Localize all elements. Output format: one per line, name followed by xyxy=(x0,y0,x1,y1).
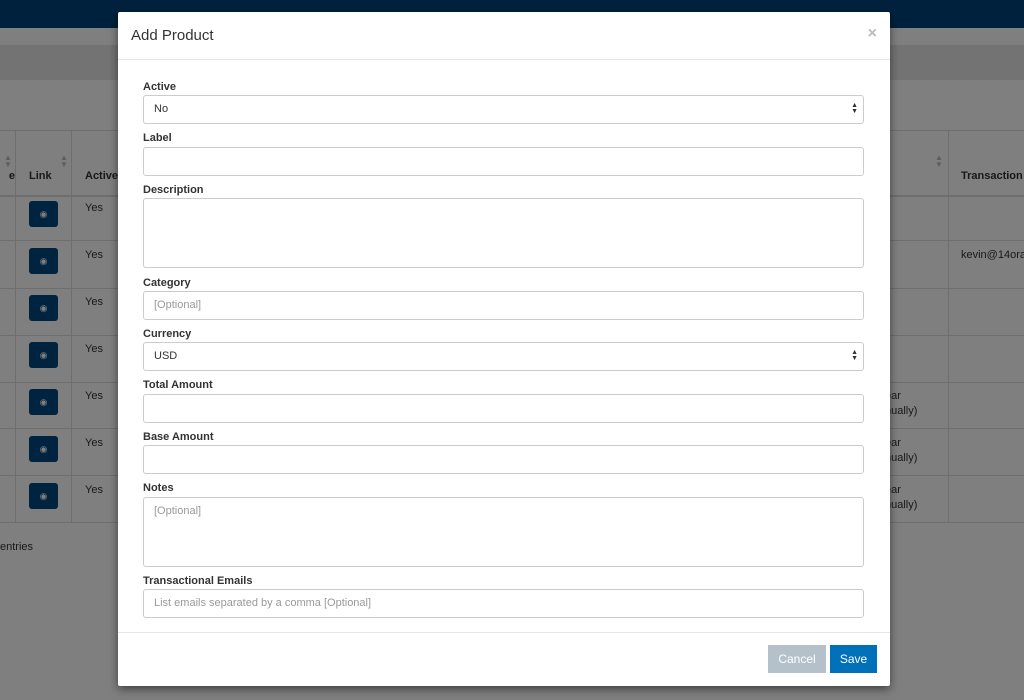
select-arrows-icon: ▲ ▼ xyxy=(851,102,858,115)
base-amount-label: Base Amount xyxy=(143,431,214,443)
add-product-modal: Add Product × Active No ▲ ▼ Label Descript… xyxy=(118,12,890,686)
category-label: Category xyxy=(143,277,191,289)
currency-value: USD xyxy=(154,350,178,362)
currency-select[interactable]: USD ▲ ▼ xyxy=(143,342,864,371)
notes-textarea[interactable]: [Optional] xyxy=(143,497,864,567)
transactional-emails-label: Transactional Emails xyxy=(143,575,253,587)
active-label: Active xyxy=(143,81,177,93)
notes-label: Notes xyxy=(143,482,174,494)
modal-header: Add Product × xyxy=(118,12,890,60)
modal-title: Add Product xyxy=(131,27,214,44)
description-label: Description xyxy=(143,184,204,196)
close-icon[interactable]: × xyxy=(868,25,877,43)
select-arrows-icon: ▲ ▼ xyxy=(851,349,858,362)
currency-label: Currency xyxy=(143,328,192,340)
total-amount-label: Total Amount xyxy=(143,379,213,391)
active-select[interactable]: No ▲ ▼ xyxy=(143,95,864,124)
modal-footer xyxy=(118,632,890,633)
category-input[interactable]: [Optional] xyxy=(143,291,864,320)
active-value: No xyxy=(154,103,169,115)
label-input[interactable] xyxy=(143,147,864,176)
description-textarea[interactable] xyxy=(143,198,864,268)
cancel-button[interactable]: Cancel xyxy=(768,645,826,673)
base-amount-input[interactable] xyxy=(143,445,864,474)
label-label: Label xyxy=(143,132,172,144)
transactional-emails-input[interactable]: List emails separated by a comma [Option… xyxy=(143,589,864,618)
save-button[interactable]: Save xyxy=(830,645,877,673)
total-amount-input[interactable] xyxy=(143,394,864,423)
